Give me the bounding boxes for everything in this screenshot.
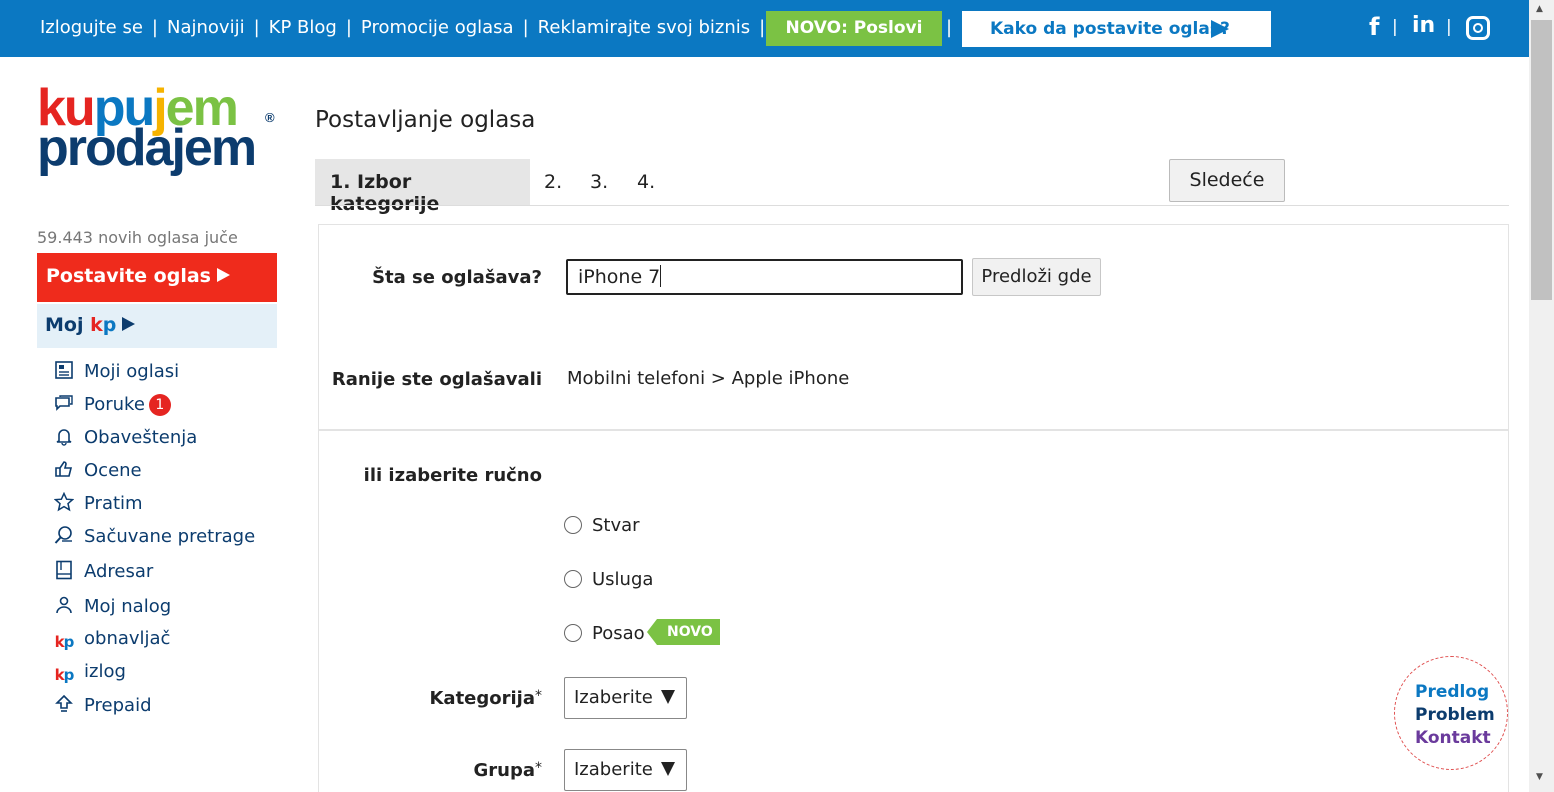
ad-promotions-link[interactable]: Promocije oglasa: [361, 17, 514, 38]
step-1-category[interactable]: 1. Izbor kategorije: [315, 159, 530, 215]
what-panel: [318, 224, 1509, 430]
thumbs-up-icon: [53, 459, 75, 479]
next-button[interactable]: Sledeće: [1169, 159, 1285, 202]
upload-arrow-icon: [53, 694, 75, 714]
kp-blog-link[interactable]: KP Blog: [269, 17, 337, 38]
sidebar-item-moj-nalog[interactable]: Moj nalog: [53, 595, 171, 621]
steps-divider: [315, 205, 1509, 206]
kp-logo-icon: kp: [54, 633, 75, 651]
dropdown-arrow-icon: [660, 690, 675, 704]
play-arrow-icon: [216, 268, 230, 282]
category-select[interactable]: Izaberite: [564, 677, 687, 719]
feedback-kontakt[interactable]: Kontakt: [1415, 727, 1507, 750]
what-label: Šta se oglašava?: [372, 267, 542, 288]
manual-choice-label: ili izaberite ručno: [363, 465, 542, 486]
how-to-post-button[interactable]: Kako da postavite oglas?: [962, 11, 1271, 47]
sidebar-item-pratim[interactable]: Pratim: [53, 491, 143, 518]
radio-button[interactable]: [564, 516, 582, 534]
top-navigation-bar: Izlogujte se | Najnoviji | KP Blog | Promocije…: [0, 0, 1529, 57]
sidebar-item-izlog[interactable]: kp izlog: [53, 661, 126, 687]
scroll-thumb[interactable]: [1531, 20, 1552, 300]
address-book-icon: [53, 560, 75, 580]
post-ad-button[interactable]: Postavite oglas: [37, 253, 277, 302]
logout-link[interactable]: Izlogujte se: [40, 17, 143, 38]
advertise-business-link[interactable]: Reklamirajte svoj biznis: [538, 17, 750, 38]
radio-posao[interactable]: Posao NOVO: [564, 619, 720, 645]
sidebar-item-poruke[interactable]: Poruke 1: [53, 393, 171, 419]
radio-usluga[interactable]: Usluga: [564, 569, 653, 590]
moj-kp-label: Moj: [45, 314, 84, 336]
group-select[interactable]: Izaberite: [564, 749, 687, 791]
new-ads-count: 59.443 novih oglasa juče: [37, 228, 238, 247]
instagram-icon[interactable]: [1466, 16, 1490, 40]
group-label: Grupa*: [473, 760, 543, 781]
scroll-down-arrow-icon[interactable]: ▼: [1536, 772, 1543, 782]
scroll-up-arrow-icon[interactable]: ▲: [1536, 4, 1543, 14]
what-input[interactable]: iPhone 7: [566, 259, 963, 295]
facebook-icon[interactable]: f: [1369, 13, 1379, 41]
unread-messages-badge: 1: [148, 394, 171, 416]
post-ad-label: Postavite oglas: [46, 265, 211, 287]
sidebar-item-adresar[interactable]: Adresar: [53, 560, 153, 586]
list-icon: [53, 360, 75, 380]
site-logo[interactable]: kupujem prodajem ®: [37, 82, 275, 177]
feedback-predlog[interactable]: Predlog: [1415, 681, 1507, 704]
category-label: Kategorija*: [429, 688, 542, 709]
sidebar-item-moji-oglasi[interactable]: Moji oglasi: [53, 360, 179, 386]
star-icon: [53, 491, 75, 512]
novo-tag: NOVO: [647, 619, 720, 645]
newest-link[interactable]: Najnoviji: [167, 17, 245, 38]
chat-icon: [53, 393, 75, 413]
linkedin-icon[interactable]: in: [1412, 13, 1435, 38]
radio-stvar[interactable]: Stvar: [564, 515, 640, 536]
sidebar-item-sacuvane-pretrage[interactable]: Sačuvane pretrage: [53, 525, 255, 551]
step-4[interactable]: 4.: [637, 171, 655, 193]
page-title: Postavljanje oglasa: [315, 107, 536, 133]
user-icon: [53, 595, 75, 615]
sidebar-item-prepaid[interactable]: Prepaid: [53, 694, 152, 720]
previously-posted-label: Ranije ste oglašavali: [331, 369, 542, 390]
previous-category-link[interactable]: Mobilni telefoni > Apple iPhone: [567, 368, 849, 389]
registered-mark: ®: [265, 110, 275, 125]
how-to-post-label: Kako da postavite oglas?: [990, 19, 1230, 39]
kp-logo-icon: kp: [54, 666, 75, 684]
play-arrow-icon: [1211, 20, 1229, 38]
what-input-value: iPhone 7: [578, 266, 661, 288]
sidebar-item-obavestenja[interactable]: Obaveštenja: [53, 426, 197, 452]
radio-button[interactable]: [564, 570, 582, 588]
top-nav-links: Izlogujte se | Najnoviji | KP Blog | Promocije…: [40, 17, 766, 38]
dropdown-arrow-icon: [660, 762, 675, 776]
search-bell-icon: [53, 525, 75, 545]
feedback-problem[interactable]: Problem: [1415, 704, 1507, 727]
novo-jobs-button[interactable]: NOVO: Poslovi: [766, 11, 942, 46]
bell-icon: [53, 426, 75, 446]
play-arrow-icon: [122, 317, 136, 331]
text-caret: [660, 265, 662, 287]
step-3[interactable]: 3.: [590, 171, 608, 193]
radio-button[interactable]: [564, 624, 582, 642]
logo-line-2: prodajem: [37, 119, 257, 177]
sidebar-item-obnavljac[interactable]: kp obnavljač: [53, 628, 171, 654]
step-2[interactable]: 2.: [544, 171, 562, 193]
moj-kp-button[interactable]: Moj kp: [37, 304, 277, 348]
sidebar-item-ocene[interactable]: Ocene: [53, 459, 142, 485]
suggest-where-button[interactable]: Predloži gde: [972, 258, 1101, 296]
feedback-bubble[interactable]: Predlog Problem Kontakt: [1394, 656, 1508, 770]
page-scrollbar[interactable]: ▲ ▼: [1529, 0, 1554, 792]
